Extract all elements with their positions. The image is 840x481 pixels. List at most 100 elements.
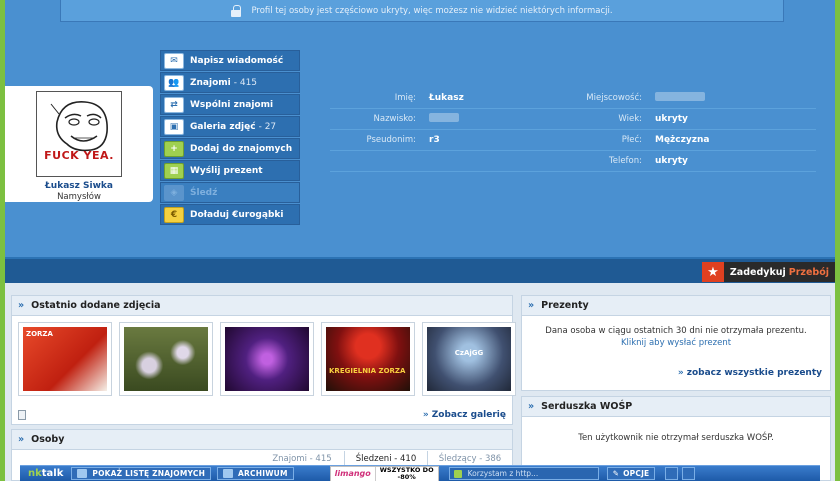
- info-row: Nazwisko: Wiek: ukryty: [330, 109, 816, 130]
- chevron-right-icon: »: [18, 300, 25, 311]
- mutual-friends-button[interactable]: ⇄ Wspólni znajomi: [160, 94, 300, 115]
- nktalk-bar: nktalk POKAŻ LISTĘ ZNAJOMYCH ARCHIWUM li…: [20, 465, 820, 481]
- thumb-text: CzAjGG: [454, 349, 484, 357]
- meme-face-icon: [50, 101, 108, 152]
- thumb-text: [124, 327, 208, 333]
- action-label: Śledź: [190, 187, 218, 198]
- chevron-right-icon: »: [528, 401, 535, 412]
- profile-info-table: Imię: Łukasz Miejscowość: Nazwisko: Wiek:…: [330, 88, 816, 172]
- show-friends-label: POKAŻ LISTĘ ZNAJOMYCH: [92, 469, 206, 478]
- friends-icon: [77, 469, 88, 478]
- action-label: Doładuj €urogąbki: [190, 209, 284, 220]
- show-friends-button[interactable]: POKAŻ LISTĘ ZNAJOMYCH: [71, 467, 212, 480]
- ad-line: -80%: [397, 472, 416, 481]
- gallery-link-label: Zobacz galerię: [431, 410, 506, 420]
- photo-thumbnail[interactable]: CzAjGG: [422, 322, 516, 396]
- photo-thumbnail[interactable]: [220, 322, 314, 396]
- follow-button[interactable]: ◈ Śledź: [160, 182, 300, 203]
- logo-part: nk: [28, 468, 42, 479]
- wrench-icon: ✎: [612, 469, 620, 478]
- gender-value: Mężczyzna: [655, 135, 710, 145]
- city-label: Miejscowość:: [586, 93, 642, 103]
- photo-gallery-button[interactable]: ▣ Galeria zdjęć - 27: [160, 116, 300, 137]
- panel-header: » Serduszka WOŚP: [522, 397, 830, 417]
- photos-panel: » Ostatnio dodane zdjęcia ZORZA KREGIELN…: [11, 295, 516, 425]
- photo-thumbnail[interactable]: ZORZA: [18, 322, 112, 396]
- gift-icon: ▦: [164, 162, 184, 179]
- top-up-button[interactable]: € Doładuj €urogąbki: [160, 204, 300, 225]
- dedicate-label: Zadedykuj: [729, 266, 786, 278]
- archive-label: ARCHIWUM: [238, 469, 288, 478]
- blurred-value: [655, 92, 705, 101]
- send-gift-link[interactable]: Kliknij aby wysłać prezent: [522, 338, 830, 348]
- content-area: » Ostatnio dodane zdjęcia ZORZA KREGIELN…: [5, 283, 835, 481]
- minimize-icon[interactable]: [682, 467, 696, 480]
- status-input[interactable]: Korzystam z http...: [448, 467, 599, 480]
- avatar-caption: FUCK YEA.: [44, 149, 114, 162]
- dedicate-song-button[interactable]: ★ Zadedykuj Przebój: [701, 262, 835, 282]
- thumb-text: [225, 327, 309, 333]
- action-label: Dodaj do znajomych: [190, 143, 293, 154]
- nktalk-logo[interactable]: nktalk: [20, 468, 71, 479]
- info-row: Pseudonim: r3 Płeć: Mężczyzna: [330, 130, 816, 151]
- privacy-notice-text: Profil tej osoby jest częściowo ukryty, …: [251, 5, 613, 16]
- avatar[interactable]: FUCK YEA.: [36, 91, 122, 177]
- envelope-icon: ✉: [164, 52, 184, 69]
- options-label: OPCJE: [623, 469, 650, 478]
- info-row: Imię: Łukasz Miejscowość:: [330, 88, 816, 109]
- profile-name[interactable]: Łukasz Siwka: [45, 181, 113, 191]
- options-button[interactable]: ✎ OPCJE: [606, 467, 656, 480]
- photos-count: - 27: [258, 121, 277, 132]
- first-name-value: Łukasz: [429, 93, 464, 103]
- first-name-label: Imię:: [394, 93, 416, 103]
- wosp-message: Ten użytkownik nie otrzymał serduszka WO…: [578, 433, 774, 443]
- thumb-text: KREGIELNIA ZORZA: [329, 367, 406, 375]
- wosp-panel-title: Serduszka WOŚP: [541, 401, 633, 412]
- camera-icon: ▣: [164, 118, 184, 135]
- advertisement[interactable]: limango WSZYSTKO DO -80%: [329, 465, 439, 481]
- privacy-notice: Profil tej osoby jest częściowo ukryty, …: [60, 0, 784, 22]
- photos-panel-title: Ostatnio dodane zdjęcia: [31, 300, 161, 311]
- archive-button[interactable]: ARCHIWUM: [217, 467, 294, 480]
- phone-label: Telefon:: [608, 156, 642, 166]
- photo-thumbnail[interactable]: [119, 322, 213, 396]
- thumb-text: ZORZA: [26, 330, 53, 338]
- follow-icon: ◈: [164, 184, 184, 201]
- see-gallery-link[interactable]: » Zobacz galerię: [423, 410, 506, 420]
- gifts-panel-title: Prezenty: [541, 300, 589, 311]
- action-label: Napisz wiadomość: [190, 55, 284, 66]
- friends-icon: 👥: [164, 74, 184, 91]
- chevron-right-icon: »: [18, 434, 25, 445]
- add-friend-button[interactable]: + Dodaj do znajomych: [160, 138, 300, 159]
- window-icon[interactable]: [665, 467, 679, 480]
- see-all-gifts-label: zobacz wszystkie prezenty: [686, 368, 822, 378]
- photo-thumbnail[interactable]: KREGIELNIA ZORZA: [321, 322, 415, 396]
- age-label: Wiek:: [618, 114, 642, 124]
- coins-icon: €: [164, 206, 184, 223]
- profile-card: FUCK YEA. Łukasz Siwka Namysłów: [5, 86, 153, 202]
- ad-deal: WSZYSTKO DO -80%: [374, 466, 438, 481]
- send-message-button[interactable]: ✉ Napisz wiadomość: [160, 50, 300, 71]
- chevron-right-icon: »: [528, 300, 535, 311]
- info-row: Telefon: ukryty: [330, 151, 816, 172]
- profile-city: Namysłów: [57, 192, 101, 202]
- send-gift-button[interactable]: ▦ Wyślij prezent: [160, 160, 300, 181]
- panel-header: » Osoby: [12, 430, 512, 450]
- friends-button[interactable]: 👥 Znajomi - 415: [160, 72, 300, 93]
- last-name-label: Nazwisko:: [373, 114, 416, 124]
- ad-brand: limango: [334, 469, 371, 478]
- document-icon: [18, 410, 26, 420]
- gender-label: Płeć:: [621, 135, 642, 145]
- see-all-gifts-link[interactable]: » zobacz wszystkie prezenty: [678, 368, 822, 378]
- people-panel-title: Osoby: [31, 434, 65, 445]
- status-icon: [453, 469, 462, 478]
- dedicate-accent: Przebój: [788, 266, 829, 278]
- star-icon: ★: [701, 262, 724, 282]
- phone-value: ukryty: [655, 156, 688, 166]
- frame-right: [835, 0, 840, 481]
- action-label: Wspólni znajomi: [190, 99, 274, 110]
- panel-header: » Ostatnio dodane zdjęcia: [12, 296, 512, 316]
- nickname-label: Pseudonim:: [366, 135, 416, 145]
- nickname-value: r3: [429, 135, 440, 145]
- gifts-message: Dana osoba w ciągu ostatnich 30 dni nie …: [545, 326, 807, 336]
